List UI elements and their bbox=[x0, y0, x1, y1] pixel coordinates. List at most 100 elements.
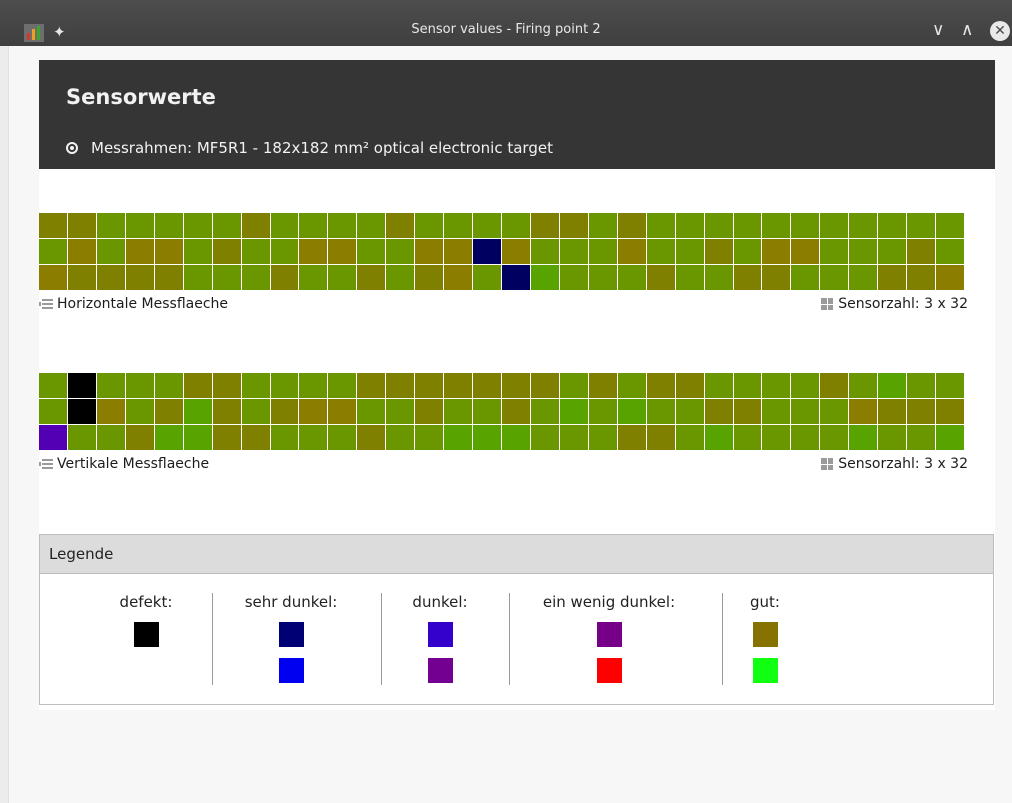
sensor-cell bbox=[473, 239, 501, 264]
legend-swatch bbox=[596, 658, 622, 683]
sensor-cell bbox=[820, 399, 849, 424]
sensor-cell bbox=[444, 373, 473, 398]
sensor-cell bbox=[415, 399, 444, 424]
sensor-cell bbox=[704, 399, 733, 424]
sensor-cell bbox=[67, 399, 96, 424]
sensor-cell bbox=[241, 239, 270, 264]
sensor-cell bbox=[791, 373, 820, 398]
sensor-cell bbox=[125, 265, 154, 290]
sensor-cell bbox=[617, 265, 646, 290]
sensor-cell bbox=[444, 265, 473, 290]
legend-divider bbox=[212, 593, 213, 685]
sensor-cell bbox=[878, 239, 907, 264]
sensor-cell bbox=[907, 239, 936, 264]
sensor-cell bbox=[502, 425, 530, 450]
sensor-cell bbox=[415, 239, 444, 264]
sensor-cell bbox=[704, 373, 733, 398]
sensor-cell bbox=[675, 425, 704, 450]
sensor-cell bbox=[646, 425, 675, 450]
sensor-cell bbox=[212, 425, 241, 450]
sensor-cell bbox=[270, 265, 299, 290]
sensor-cell bbox=[299, 399, 328, 424]
horizontal-sensor-count: Sensorzahl: 3 x 32 bbox=[838, 296, 968, 312]
vertical-label: Vertikale Messflaeche bbox=[57, 456, 210, 472]
window-title: Sensor values - Firing point 2 bbox=[411, 22, 601, 37]
sensor-cell bbox=[733, 239, 762, 264]
sensor-cell bbox=[646, 265, 675, 290]
sensor-cell bbox=[96, 213, 125, 238]
sensor-cell bbox=[386, 239, 415, 264]
sensor-cell bbox=[473, 213, 501, 238]
sensor-cell bbox=[125, 213, 154, 238]
legend-title: Legende bbox=[40, 535, 993, 574]
sensor-cell bbox=[502, 373, 530, 398]
legend-label: sehr dunkel: bbox=[244, 593, 338, 611]
sensor-cell bbox=[270, 399, 299, 424]
legend-swatch bbox=[278, 658, 304, 683]
sensor-cell bbox=[530, 373, 559, 398]
grid-icon bbox=[821, 458, 834, 470]
sensor-cell bbox=[183, 373, 212, 398]
sensor-cell bbox=[878, 265, 907, 290]
sensor-cell bbox=[878, 399, 907, 424]
sensor-cell bbox=[704, 425, 733, 450]
sensor-cell bbox=[96, 399, 125, 424]
legend-label: defekt: bbox=[119, 593, 173, 611]
sensor-cell bbox=[444, 425, 473, 450]
sensor-cell bbox=[328, 213, 357, 238]
legend-divider bbox=[381, 593, 382, 685]
sensor-cell bbox=[733, 425, 762, 450]
sensor-cell bbox=[415, 265, 444, 290]
sensor-cell bbox=[675, 399, 704, 424]
minimize-button[interactable]: ∨ bbox=[932, 20, 944, 40]
sensor-cell bbox=[39, 425, 67, 450]
sensor-cell bbox=[299, 239, 328, 264]
sensor-cell bbox=[936, 265, 964, 290]
close-button[interactable]: ✕ bbox=[990, 21, 1010, 41]
sensor-cell bbox=[328, 399, 357, 424]
legend-label: dunkel: bbox=[412, 593, 468, 611]
sensor-cell bbox=[502, 399, 530, 424]
sensor-cell bbox=[936, 239, 964, 264]
sensor-cell bbox=[241, 213, 270, 238]
vertical-sensor-count: Sensorzahl: 3 x 32 bbox=[838, 456, 968, 472]
sensor-cell bbox=[67, 425, 96, 450]
sensor-cell bbox=[241, 425, 270, 450]
sensor-cell bbox=[357, 239, 386, 264]
sensor-cell bbox=[704, 239, 733, 264]
sensor-cell bbox=[936, 425, 964, 450]
sensor-cell bbox=[39, 265, 67, 290]
sensor-cell bbox=[270, 373, 299, 398]
sensor-cell bbox=[125, 373, 154, 398]
sensor-cell bbox=[559, 239, 588, 264]
sensor-cell bbox=[733, 213, 762, 238]
sensor-cell bbox=[299, 213, 328, 238]
vertical-count-row: Sensorzahl: 3 x 32 bbox=[821, 456, 968, 472]
sensor-cell bbox=[617, 239, 646, 264]
sensor-cell bbox=[154, 213, 183, 238]
sensor-cell bbox=[270, 425, 299, 450]
sensor-cell bbox=[415, 425, 444, 450]
sensor-cell bbox=[67, 213, 96, 238]
sensor-cell bbox=[762, 239, 791, 264]
sensor-cell bbox=[154, 265, 183, 290]
sensor-cell bbox=[559, 265, 588, 290]
sensor-cell bbox=[646, 373, 675, 398]
sensor-cell bbox=[212, 239, 241, 264]
legend-box: Legende defekt: sehr dunkel: dunkel: ein… bbox=[39, 534, 994, 705]
sensor-cell bbox=[588, 373, 617, 398]
sensor-cell bbox=[588, 425, 617, 450]
sensor-cell bbox=[96, 373, 125, 398]
sensor-cell bbox=[588, 239, 617, 264]
grid-icon bbox=[821, 298, 834, 310]
sensor-cell bbox=[733, 373, 762, 398]
sensor-cell bbox=[675, 373, 704, 398]
sensor-cell bbox=[386, 399, 415, 424]
frame-label: Messrahmen: MF5R1 - 182x182 mm² optical … bbox=[91, 139, 553, 157]
legend-divider bbox=[509, 593, 510, 685]
maximize-button[interactable]: ∧ bbox=[961, 20, 973, 40]
sensor-cell bbox=[762, 265, 791, 290]
legend-label: gut: bbox=[750, 593, 780, 611]
sensor-cell bbox=[704, 265, 733, 290]
sensor-cell bbox=[762, 399, 791, 424]
